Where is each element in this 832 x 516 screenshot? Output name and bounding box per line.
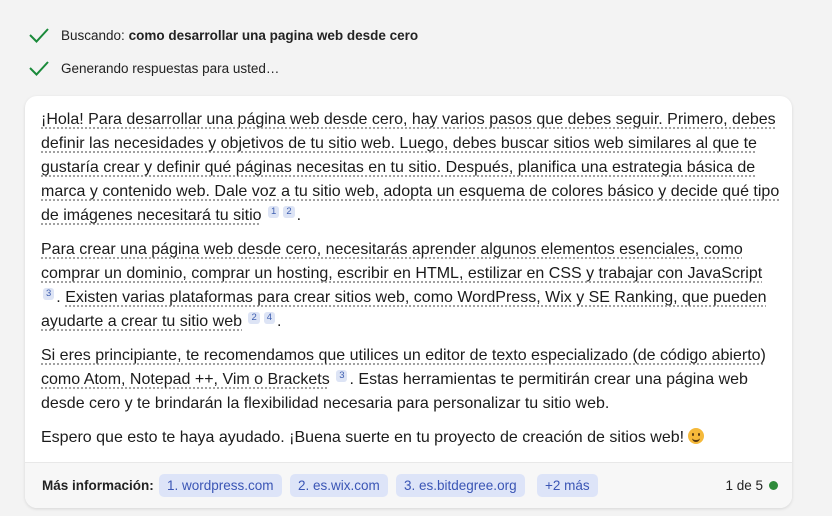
generating-text: Generando respuestas para usted… [61, 60, 280, 76]
source-link-wix[interactable]: 2. es.wix.com [290, 474, 388, 497]
answer-sentence[interactable]: Existen varias plataformas para crear si… [41, 289, 767, 330]
answer-paragraph: Para crear una página web desde cero, ne… [41, 238, 781, 334]
period: . [56, 289, 61, 306]
learn-more-bar: Más información: 1. wordpress.com 2. es.… [25, 462, 792, 508]
citation-badge[interactable]: 4 [263, 311, 276, 324]
source-link-bitdegree[interactable]: 3. es.bitdegree.org [396, 474, 525, 497]
generating-status: Generando respuestas para usted… [28, 57, 279, 79]
answer-paragraph: Espero que esto te haya ayudado. ¡Buena … [41, 426, 781, 450]
searching-status: Buscando: como desarrollar una pagina we… [28, 24, 418, 46]
citation-badge[interactable]: 3 [43, 287, 55, 300]
checkmark-icon [29, 28, 49, 43]
page-count: 1 de 5 [725, 478, 763, 493]
learn-more-label: Más información: [42, 478, 154, 493]
citation-badge[interactable]: 2 [283, 205, 295, 218]
citation-badge[interactable]: 3 [336, 369, 348, 382]
more-sources-button[interactable]: +2 más [537, 474, 598, 497]
checkmark-icon [29, 61, 49, 76]
answer-card: ¡Hola! Para desarrollar una página web d… [25, 96, 792, 508]
period: . [296, 207, 302, 224]
citation-badge[interactable]: 1 [268, 205, 280, 218]
period: . [349, 371, 354, 388]
status-dot-icon [769, 481, 778, 490]
answer-paragraph: Si eres principiante, te recomendamos qu… [41, 344, 781, 416]
answer-paragraph: ¡Hola! Para desarrollar una página web d… [41, 108, 781, 228]
search-query: como desarrollar una pagina web desde ce… [128, 27, 419, 43]
citation-badge[interactable]: 2 [248, 311, 260, 324]
answer-sentence[interactable]: Para crear una página web desde cero, ne… [41, 241, 762, 282]
answer-body: ¡Hola! Para desarrollar una página web d… [41, 108, 781, 460]
answer-sentence[interactable]: ¡Hola! Para desarrollar una página web d… [41, 111, 779, 224]
period: . [277, 313, 282, 330]
searching-prefix: Buscando: [61, 27, 125, 43]
response-counter: 1 de 5 [725, 478, 778, 493]
smiling-face-icon [688, 428, 705, 444]
closing-sentence: Espero que esto te haya ayudado. ¡Buena … [41, 429, 685, 446]
source-link-wordpress[interactable]: 1. wordpress.com [159, 474, 282, 497]
